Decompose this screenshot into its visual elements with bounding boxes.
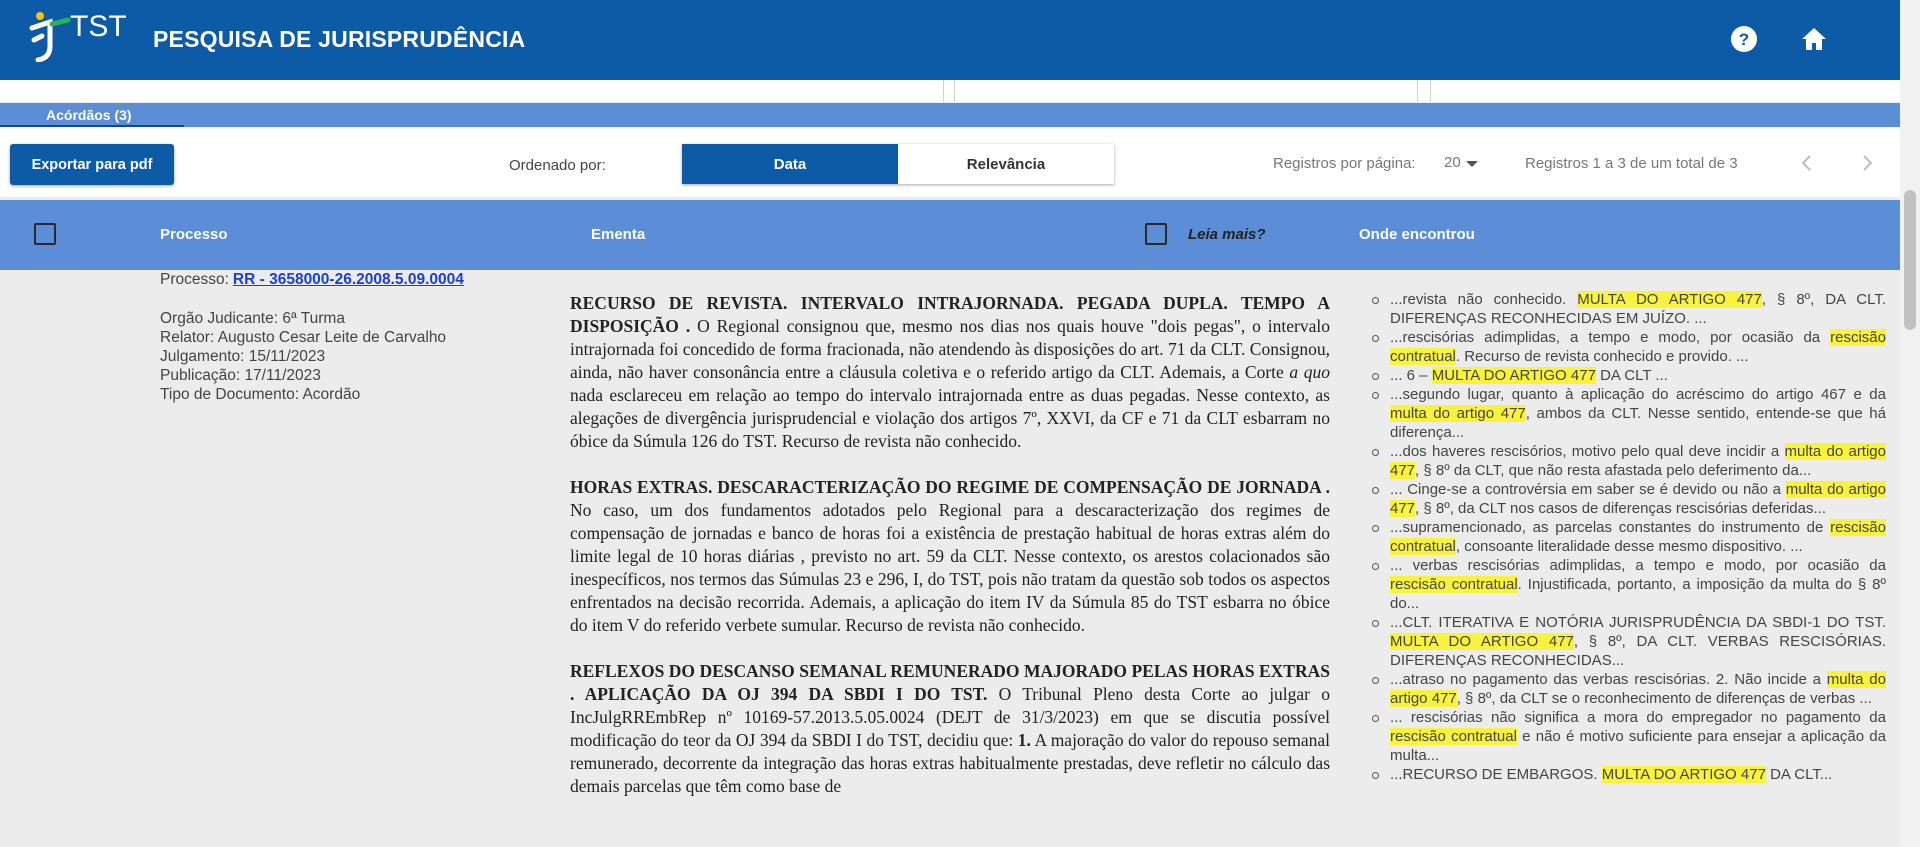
ementa-paragraph: HORAS EXTRAS. DESCARACTERIZAÇÃO DO REGIM…	[570, 477, 1330, 635]
top-header: TST PESQUISA DE JURISPRUDÊNCIA ?	[0, 0, 1900, 80]
col-onde-encontrou: Onde encontrou	[1359, 226, 1475, 243]
page-title: PESQUISA DE JURISPRUDÊNCIA	[153, 26, 526, 52]
divider	[943, 80, 944, 102]
list-item: ...CLT. ITERATIVA E NOTÓRIA JURISPRUDÊNC…	[1372, 614, 1887, 669]
col-ementa: Ementa	[591, 226, 646, 243]
results-tabs: Acórdãos (3)	[0, 103, 1900, 127]
chevron-right-icon[interactable]	[1855, 151, 1879, 175]
col-processo: Processo	[160, 226, 228, 243]
list-item: ...revista não conhecido. MULTA DO ARTIG…	[1372, 291, 1887, 327]
order-data-button[interactable]: Data	[682, 144, 898, 184]
table-header: Processo Ementa Leia mais? Onde encontro…	[0, 200, 1900, 270]
orgao-judicante: Orgão Judicante: 6ª Turma	[160, 310, 345, 327]
order-relevancia-button[interactable]: Relevância	[898, 144, 1114, 184]
list-item: ...RECURSO DE EMBARGOS. MULTA DO ARTIGO …	[1372, 765, 1886, 784]
svg-text:?: ?	[1739, 30, 1749, 49]
export-pdf-button[interactable]: Exportar para pdf	[10, 144, 174, 185]
ementa-paragraph: RECURSO DE REVISTA. INTERVALO INTRAJORNA…	[570, 293, 1330, 451]
order-toggle: Data Relevância	[682, 144, 1114, 184]
list-item: ...segundo lugar, quanto à aplicação do …	[1372, 386, 1886, 441]
ementa-text: RECURSO DE REVISTA. INTERVALO INTRAJORNA…	[570, 292, 1330, 821]
list-item: ... rescisórias não significa a mora do …	[1372, 709, 1886, 764]
divider	[954, 80, 955, 102]
results-toolbar: Exportar para pdf Ordenado por: Data Rel…	[0, 127, 1900, 197]
list-item: ... verbas rescisórias adimplidas, a tem…	[1372, 557, 1886, 612]
per-page-label: Registros por página:	[1273, 155, 1416, 172]
divider	[1417, 80, 1418, 102]
processo-label: Processo:	[160, 271, 229, 288]
processo-meta: Processo: RR - 3658000-26.2008.5.09.0004 …	[160, 270, 464, 404]
help-circle-icon[interactable]: ?	[1729, 24, 1759, 54]
list-item: ... Cinge-se a controvérsia em saber se …	[1372, 481, 1886, 517]
processo-link[interactable]: RR - 3658000-26.2008.5.09.0004	[233, 271, 464, 288]
list-item: ...atraso no pagamento das verbas rescis…	[1372, 671, 1886, 707]
tipo-documento: Tipo de Documento: Acordão	[160, 386, 361, 403]
list-item: ...dos haveres rescisórios, motivo pelo …	[1372, 443, 1886, 479]
scrollbar-thumb[interactable]	[1904, 190, 1916, 330]
records-count: Registros 1 a 3 de um total de 3	[1525, 155, 1738, 172]
order-label: Ordenado por:	[509, 157, 606, 174]
divider	[1430, 80, 1431, 102]
per-page-select[interactable]: 20	[1444, 154, 1461, 171]
result-row: Processo: RR - 3658000-26.2008.5.09.0004 …	[0, 270, 1900, 847]
julgamento-date: Julgamento: 15/11/2023	[160, 348, 326, 365]
list-item: ...supramencionado, as parcelas constant…	[1372, 519, 1886, 555]
chevron-left-icon[interactable]	[1795, 151, 1819, 175]
list-item: ... 6 – MULTA DO ARTIGO 477 DA CLT ...	[1372, 366, 1886, 385]
caret-down-icon[interactable]	[1466, 161, 1478, 167]
list-item: ...rescisórias adimplidas, a tempo e mod…	[1372, 329, 1886, 365]
relator: Relator: Augusto Cesar Leite de Carvalho	[160, 329, 447, 346]
onde-encontrou-list: ...revista não conhecido. MULTA DO ARTIG…	[1372, 290, 1887, 784]
logo-text: TST	[70, 10, 127, 43]
page-scrollbar[interactable]	[1900, 0, 1920, 847]
filter-strip	[0, 80, 1900, 102]
leia-mais-label[interactable]: Leia mais?	[1188, 226, 1266, 243]
leia-mais-checkbox[interactable]	[1145, 223, 1167, 245]
home-icon[interactable]	[1799, 24, 1829, 54]
select-all-checkbox[interactable]	[34, 223, 56, 245]
tab-acordaos[interactable]: Acórdãos (3)	[0, 103, 184, 127]
publicacao-date: Publicação: 17/11/2023	[160, 367, 321, 384]
ementa-paragraph: REFLEXOS DO DESCANSO SEMANAL REMUNERADO …	[570, 661, 1331, 796]
